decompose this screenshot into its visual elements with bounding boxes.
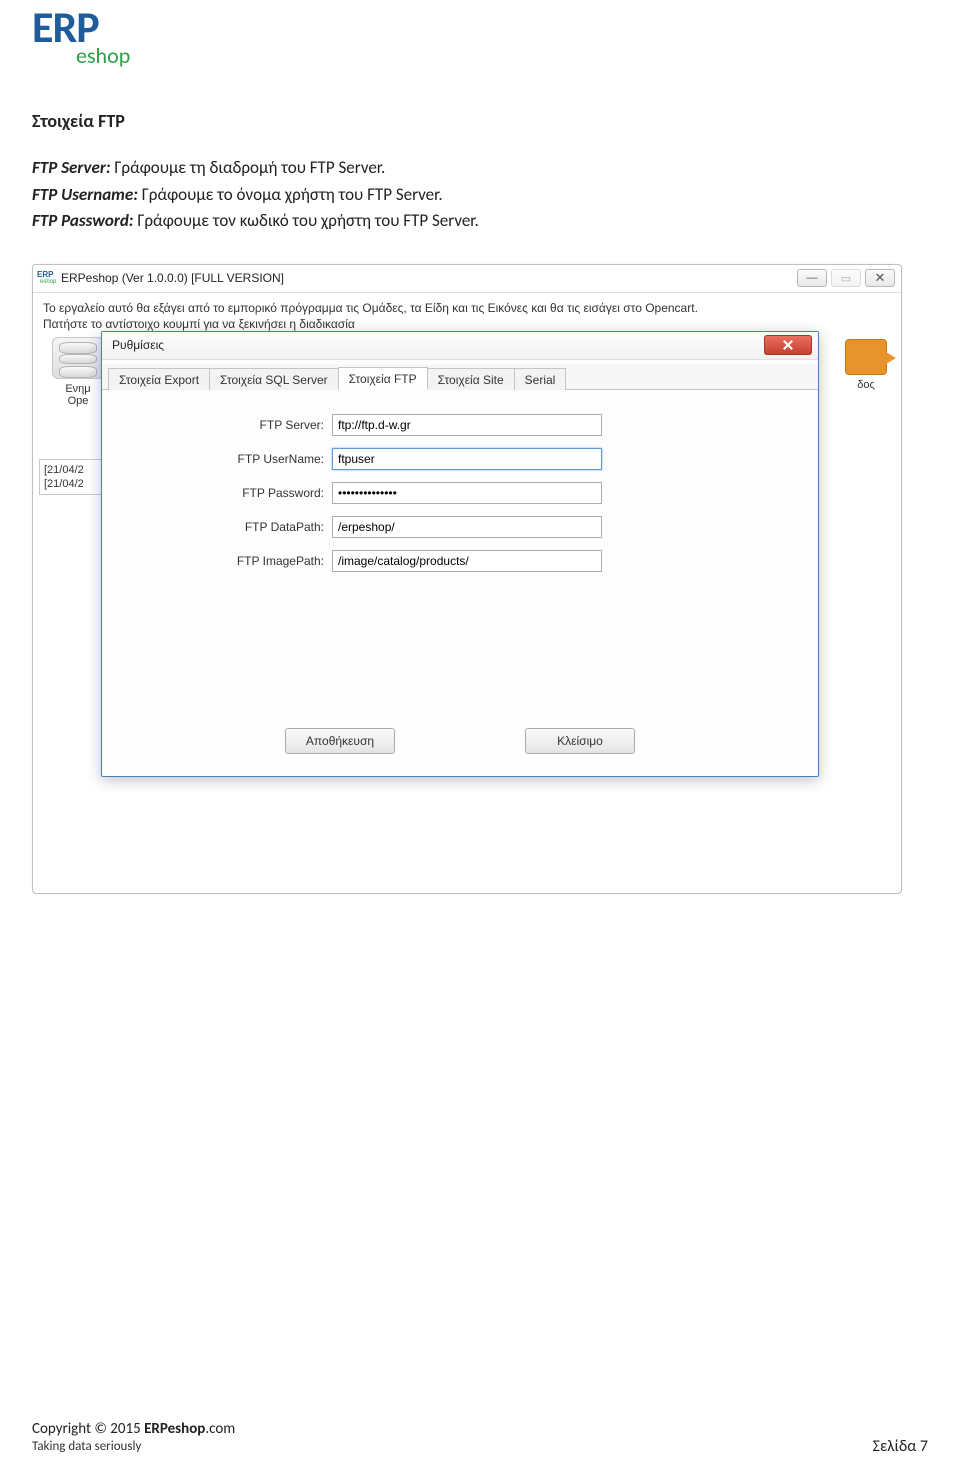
log-panel-fragment: [21/04/2 [21/04/2 (39, 459, 107, 495)
footer-brand: ERPeshop (144, 1420, 205, 1438)
dialog-button-row: Αποθήκευση Κλείσιμο (102, 728, 818, 754)
dialog-close-button[interactable] (764, 335, 812, 355)
desc-label: FTP Server: (32, 157, 111, 178)
desc-ftp-server: FTP Server: Γράφουμε τη διαδρομή του FTP… (32, 156, 928, 181)
window-controls: — ▭ ✕ (797, 269, 895, 287)
tab-export[interactable]: Στοιχεία Export (108, 368, 210, 390)
desc-ftp-username: FTP Username: Γράφουμε το όνομα χρήστη τ… (32, 183, 928, 208)
row-ftp-imagepath: FTP ImagePath: (122, 550, 798, 572)
input-ftp-imagepath[interactable] (332, 550, 602, 572)
exit-label-frag: δος (841, 379, 891, 391)
app-window: ERPeshop ERPeshop (Ver 1.0.0.0) [FULL VE… (32, 264, 902, 894)
tab-ftp[interactable]: Στοιχεία FTP (338, 367, 428, 390)
footer-brand-suffix: .com (205, 1420, 235, 1438)
copyright: Copyright © 2015 ERPeshop.com (32, 1420, 235, 1440)
app-titlebar: ERPeshop ERPeshop (Ver 1.0.0.0) [FULL VE… (33, 265, 901, 293)
close-dialog-button[interactable]: Κλείσιμο (525, 728, 635, 754)
input-ftp-password[interactable] (332, 482, 602, 504)
dialog-titlebar: Ρυθμίσεις (102, 332, 818, 360)
exit-icon (845, 339, 887, 375)
label-ftp-server: FTP Server: (122, 418, 332, 432)
label-ftp-username: FTP UserName: (122, 452, 332, 466)
page-number: Σελίδα 7 (873, 1437, 928, 1456)
section-title: Στοιχεία FTP (32, 110, 928, 132)
dialog-tabs: Στοιχεία Export Στοιχεία SQL Server Στοι… (102, 364, 818, 390)
input-ftp-server[interactable] (332, 414, 602, 436)
copyright-prefix: Copyright © 2015 (32, 1420, 144, 1438)
tab-sql-server[interactable]: Στοιχεία SQL Server (209, 368, 339, 390)
logo-line2: eshop (76, 42, 130, 69)
desc-text: Γράφουμε το όνομα χρήστη του FTP Server. (138, 184, 443, 205)
maximize-button: ▭ (831, 269, 861, 287)
settings-dialog: Ρυθμίσεις Στοιχεία Export Στοιχεία SQL S… (101, 331, 819, 777)
app-intro: Το εργαλείο αυτό θα εξάγει από το εμπορι… (33, 293, 901, 332)
label-ftp-password: FTP Password: (122, 486, 332, 500)
brand-logo: ERP eshop (32, 8, 130, 69)
label-ftp-datapath: FTP DataPath: (122, 520, 332, 534)
page-footer: Copyright © 2015 ERPeshop.com Taking dat… (32, 1420, 928, 1456)
log-line: [21/04/2 (44, 463, 102, 477)
exit-button-fragment[interactable]: δος (841, 339, 891, 393)
row-ftp-username: FTP UserName: (122, 448, 798, 470)
app-intro-line2: Πατήστε το αντίστοιχο κουμπί για να ξεκι… (43, 317, 891, 333)
footer-tagline: Taking data seriously (32, 1439, 235, 1456)
label-ftp-imagepath: FTP ImagePath: (122, 554, 332, 568)
row-ftp-server: FTP Server: (122, 414, 798, 436)
close-button[interactable]: ✕ (865, 269, 895, 287)
desc-label: FTP Password: (32, 210, 134, 231)
log-line: [21/04/2 (44, 477, 102, 491)
app-intro-line1: Το εργαλείο αυτό θα εξάγει από το εμπορι… (43, 301, 891, 317)
row-ftp-datapath: FTP DataPath: (122, 516, 798, 538)
tab-serial[interactable]: Serial (514, 368, 567, 390)
input-ftp-datapath[interactable] (332, 516, 602, 538)
input-ftp-username[interactable] (332, 448, 602, 470)
app-title: ERPeshop (Ver 1.0.0.0) [FULL VERSION] (61, 271, 797, 285)
save-button[interactable]: Αποθήκευση (285, 728, 395, 754)
minimize-button[interactable]: — (797, 269, 827, 287)
database-icon (52, 337, 104, 379)
row-ftp-password: FTP Password: (122, 482, 798, 504)
desc-text: Γράφουμε τον κωδικό του χρήστη του FTP S… (134, 210, 479, 231)
close-icon (783, 340, 793, 350)
tab-site[interactable]: Στοιχεία Site (427, 368, 515, 390)
app-icon: ERPeshop (37, 270, 57, 286)
form-area: FTP Server: FTP UserName: FTP Password: … (102, 390, 818, 594)
desc-text: Γράφουμε τη διαδρομή του FTP Server. (111, 157, 386, 178)
desc-ftp-password: FTP Password: Γράφουμε τον κωδικό του χρ… (32, 209, 928, 234)
dialog-title: Ρυθμίσεις (112, 338, 764, 352)
desc-label: FTP Username: (32, 184, 138, 205)
